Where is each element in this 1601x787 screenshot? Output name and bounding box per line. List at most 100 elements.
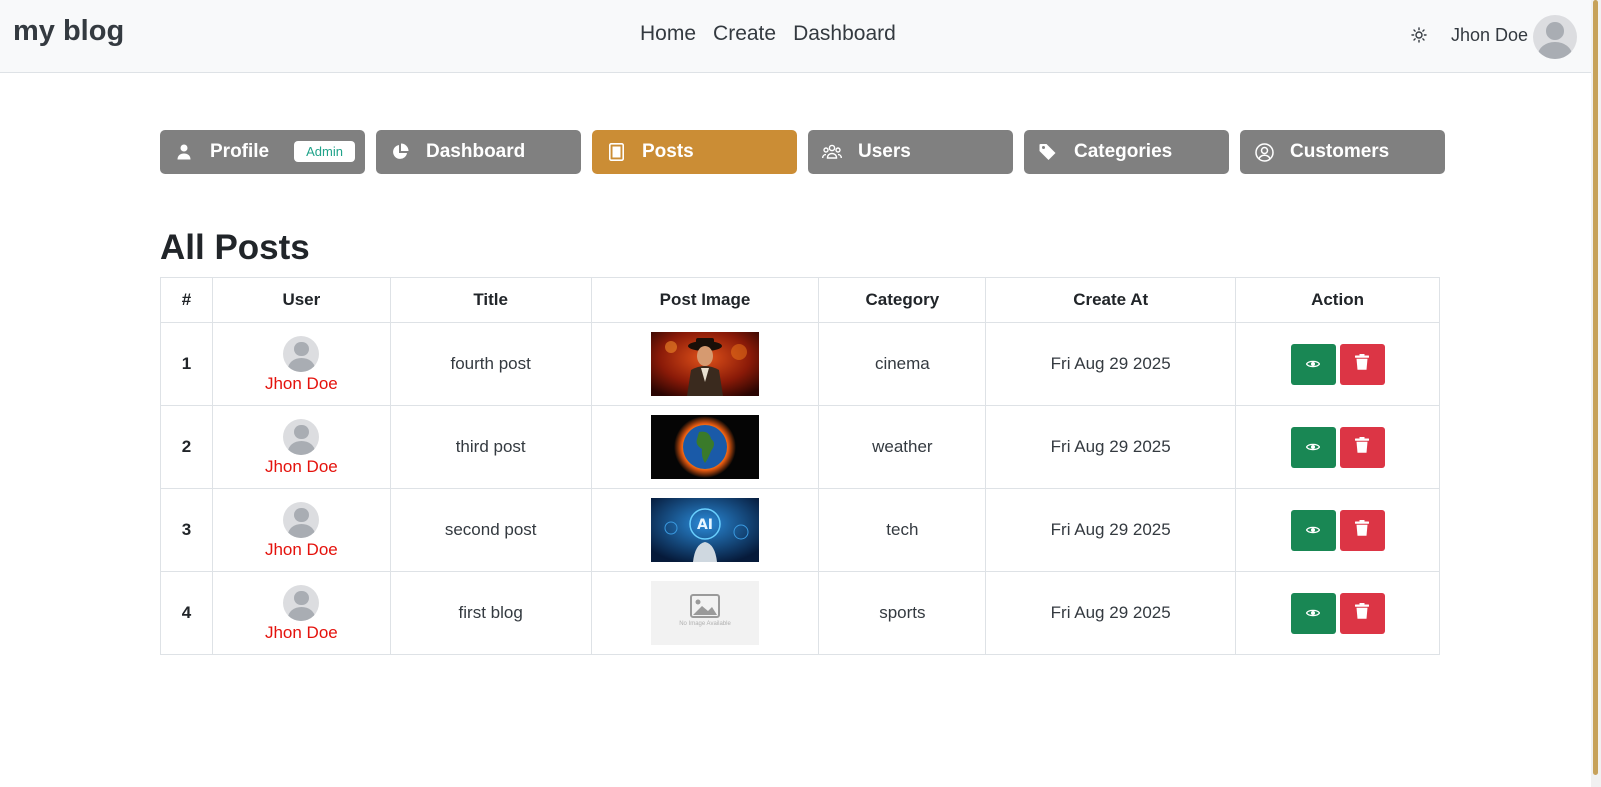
post-created-at: Fri Aug 29 2025 <box>985 571 1237 655</box>
post-title: first blog <box>389 571 592 655</box>
post-image-cell: AI <box>590 488 820 572</box>
sun-icon[interactable] <box>1408 24 1430 46</box>
view-button[interactable] <box>1290 343 1336 385</box>
page-title: All Posts <box>160 228 310 267</box>
view-button[interactable] <box>1290 426 1336 468</box>
avatar <box>283 585 320 621</box>
pie-chart-icon <box>390 142 410 162</box>
action-cell <box>1235 405 1440 489</box>
trash-icon <box>1355 519 1370 541</box>
user-cell: Jhon Doe <box>211 405 391 489</box>
post-created-at: Fri Aug 29 2025 <box>985 488 1237 572</box>
delete-button[interactable] <box>1339 426 1385 468</box>
post-created-at: Fri Aug 29 2025 <box>985 322 1237 406</box>
delete-button[interactable] <box>1339 509 1385 551</box>
trash-icon <box>1355 602 1370 624</box>
svg-text:AI: AI <box>697 517 713 533</box>
trash-icon <box>1355 436 1370 458</box>
post-created-at: Fri Aug 29 2025 <box>985 405 1237 489</box>
row-number: 3 <box>160 488 213 572</box>
column-header-create-at: Create At <box>985 277 1237 323</box>
delete-button[interactable] <box>1339 592 1385 634</box>
tab-posts[interactable]: Posts <box>592 130 797 174</box>
post-title: second post <box>389 488 592 572</box>
tab-users[interactable]: Users <box>808 130 1013 174</box>
eye-icon <box>1305 354 1321 374</box>
user-circle-icon <box>1254 142 1274 162</box>
user-link[interactable]: Jhon Doe <box>265 623 338 643</box>
action-cell <box>1235 322 1440 406</box>
column-header-category: Category <box>818 277 987 323</box>
nav-links: Home Create Dashboard <box>640 22 896 46</box>
column-header-number: # <box>160 277 213 323</box>
tab-customers[interactable]: Customers <box>1240 130 1445 174</box>
eye-icon <box>1305 437 1321 457</box>
post-image-cell <box>590 322 820 406</box>
post-image-cell: No Image Available <box>590 571 820 655</box>
view-button[interactable] <box>1290 592 1336 634</box>
tab-label: Dashboard <box>426 141 526 162</box>
column-header-action: Action <box>1235 277 1440 323</box>
dashboard-tabs: Profile Admin Dashboard Posts Users Cate… <box>160 130 1445 174</box>
scrollbar-thumb[interactable] <box>1593 0 1598 775</box>
user-cell: Jhon Doe <box>211 571 391 655</box>
avatar <box>283 336 320 372</box>
table-row: 1 Jhon Doe fourth post cinema Fri Aug 29… <box>160 322 1440 406</box>
user-link[interactable]: Jhon Doe <box>265 540 338 560</box>
top-navbar: my blog Home Create Dashboard Jhon Doe <box>0 0 1591 73</box>
table-row: 4 Jhon Doe first blog No Image Available <box>160 571 1440 655</box>
user-link[interactable]: Jhon Doe <box>265 374 338 394</box>
column-header-user: User <box>211 277 391 323</box>
post-title: third post <box>389 405 592 489</box>
ai-hand-image: AI <box>651 498 759 562</box>
action-cell <box>1235 571 1440 655</box>
post-category: cinema <box>818 322 987 406</box>
table-row: 3 Jhon Doe second post AI tech Fri Aug 2… <box>160 488 1440 572</box>
column-header-post-image: Post Image <box>590 277 820 323</box>
table-row: 2 Jhon Doe third post weather Fri Aug 29… <box>160 405 1440 489</box>
row-number: 4 <box>160 571 213 655</box>
eye-icon <box>1305 603 1321 623</box>
nav-link-dashboard[interactable]: Dashboard <box>793 22 896 46</box>
nav-link-home[interactable]: Home <box>640 22 696 46</box>
action-cell <box>1235 488 1440 572</box>
navbar-user-name[interactable]: Jhon Doe <box>1451 25 1528 46</box>
delete-button[interactable] <box>1339 343 1385 385</box>
tab-label: Categories <box>1074 141 1173 162</box>
avatar <box>283 419 320 455</box>
brand-logo[interactable]: my blog <box>13 15 124 48</box>
post-category: sports <box>818 571 987 655</box>
tab-label: Users <box>858 141 911 162</box>
tag-icon <box>1038 142 1058 162</box>
no-image-placeholder: No Image Available <box>651 581 759 645</box>
post-category: weather <box>818 405 987 489</box>
movie-poster-image <box>651 332 759 396</box>
admin-badge: Admin <box>294 141 355 162</box>
tab-categories[interactable]: Categories <box>1024 130 1229 174</box>
tab-profile[interactable]: Profile Admin <box>160 130 365 174</box>
nav-link-create[interactable]: Create <box>713 22 776 46</box>
column-header-title: Title <box>389 277 592 323</box>
post-title: fourth post <box>389 322 592 406</box>
post-image-cell <box>590 405 820 489</box>
user-cell: Jhon Doe <box>211 488 391 572</box>
post-category: tech <box>818 488 987 572</box>
eye-icon <box>1305 520 1321 540</box>
table-header-row: # User Title Post Image Category Create … <box>160 277 1440 323</box>
row-number: 2 <box>160 405 213 489</box>
tab-label: Customers <box>1290 141 1390 162</box>
burning-earth-image <box>651 415 759 479</box>
page-scrollbar[interactable] <box>1591 0 1601 787</box>
user-link[interactable]: Jhon Doe <box>265 457 338 477</box>
tab-label: Posts <box>642 141 694 162</box>
document-icon <box>606 142 626 162</box>
no-image-caption: No Image Available <box>679 621 731 627</box>
user-icon <box>174 142 194 162</box>
avatar[interactable] <box>1533 15 1577 59</box>
tab-dashboard[interactable]: Dashboard <box>376 130 581 174</box>
users-icon <box>822 142 842 162</box>
trash-icon <box>1355 353 1370 375</box>
tab-label: Profile <box>210 141 270 162</box>
view-button[interactable] <box>1290 509 1336 551</box>
row-number: 1 <box>160 322 213 406</box>
